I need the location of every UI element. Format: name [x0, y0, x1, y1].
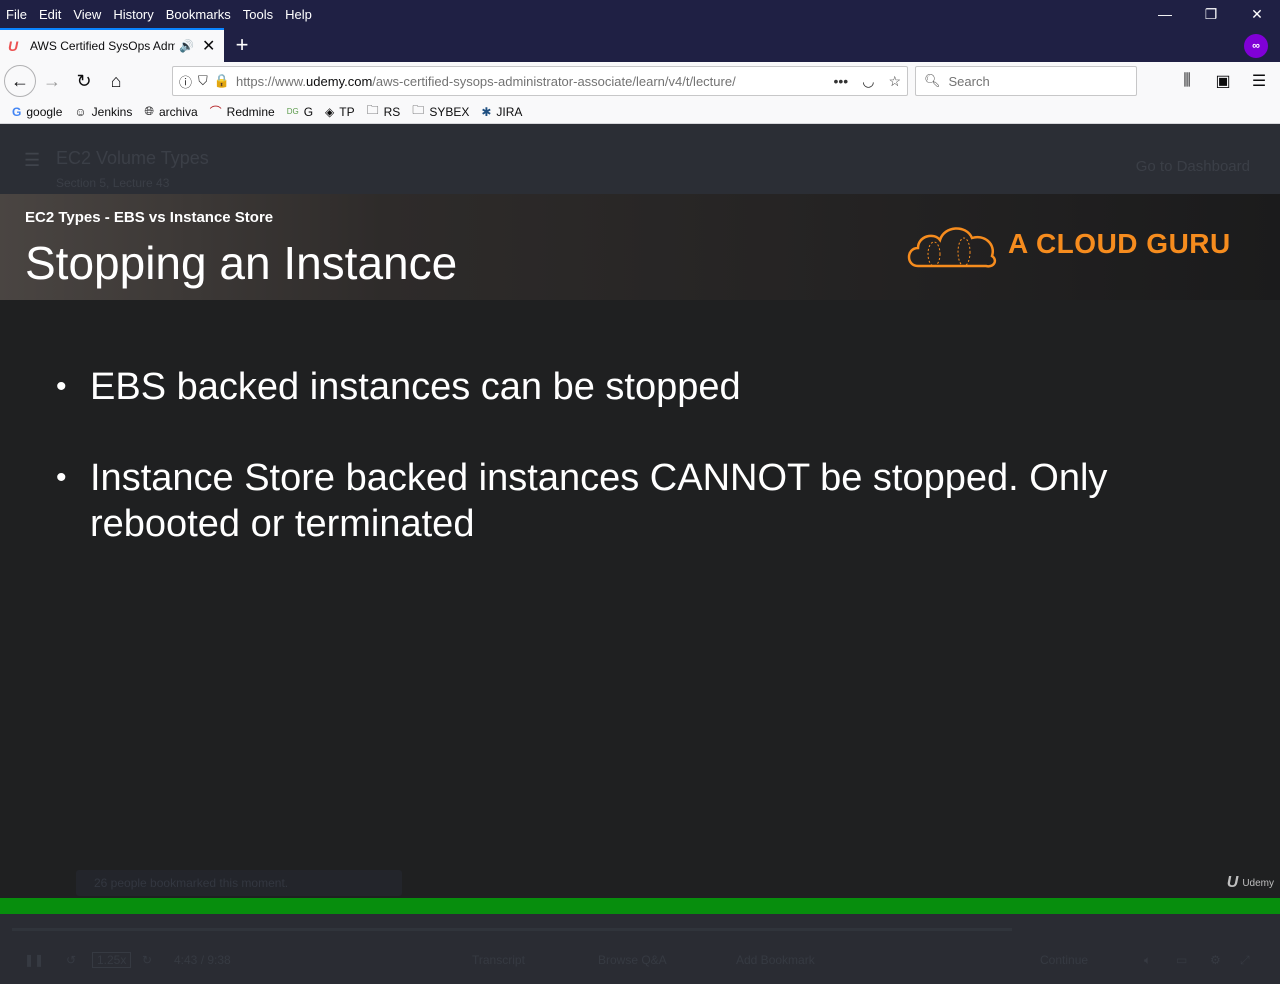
menu-history[interactable]: History — [107, 7, 159, 22]
slide-banner: EC2 Types - EBS vs Instance Store Stoppi… — [0, 194, 1280, 300]
fullscreen-icon[interactable]: ⤢ — [1240, 953, 1250, 968]
info-icon[interactable]: ⓘ — [179, 72, 192, 91]
reload-button[interactable]: ↻ — [68, 65, 100, 97]
bullet-dot-icon: • — [56, 461, 67, 494]
brand-text: A CLOUD GURU — [1008, 228, 1231, 259]
nav-toolbar: ← → ↻ ⌂ ⓘ ⛉ 🔒 https://www.udemy.com/aws-… — [0, 62, 1280, 100]
cloud-logo-icon — [907, 227, 997, 268]
new-tab-button[interactable]: + — [230, 28, 254, 62]
tracking-shield-icon[interactable]: ⛉ — [198, 73, 208, 89]
continue-button[interactable]: Continue — [1040, 953, 1088, 967]
menu-help[interactable]: Help — [279, 7, 318, 22]
jira-icon: ✱ — [481, 104, 492, 119]
google-icon: G — [12, 104, 22, 119]
bookmark-g[interactable]: DG G — [287, 105, 313, 119]
lecture-subtitle: Section 5, Lecture 43 — [56, 176, 170, 190]
time-display: 4:43 / 9:38 — [174, 953, 231, 967]
toolbar-right-buttons: ⫼ ▣ ☰ — [1172, 65, 1274, 97]
minimize-button[interactable]: — — [1142, 0, 1188, 28]
browse-qa-button[interactable]: Browse Q&A — [598, 953, 667, 967]
folder-icon: 🗀 — [366, 103, 379, 117]
udemy-logo-icon: U — [1226, 874, 1239, 891]
menu-bar: File Edit View History Bookmarks Tools H… — [0, 0, 1280, 28]
bullet-item: • EBS backed instances can be stopped — [56, 366, 741, 408]
slide-bullets: • EBS backed instances can be stopped • … — [56, 364, 1236, 592]
udemy-watermark: U Udemy — [1226, 874, 1274, 891]
udemy-favicon-icon: U — [8, 38, 19, 54]
menu-edit[interactable]: Edit — [33, 7, 67, 22]
course-header: ☰ EC2 Volume Types Section 5, Lecture 43… — [0, 124, 1280, 194]
sidebar-icon[interactable]: ▣ — [1208, 65, 1238, 97]
jenkins-icon: ☺ — [74, 104, 87, 119]
window-controls: — ❐ ✕ — [1142, 0, 1280, 28]
close-window-button[interactable]: ✕ — [1234, 0, 1280, 28]
tab-udemy-course[interactable]: U AWS Certified SysOps Admi 🔊 ✕ — [0, 28, 224, 62]
forward-button[interactable]: → — [36, 65, 68, 97]
folder-icon: 🗀 — [412, 103, 425, 117]
search-icon: 🔍︎ — [924, 73, 941, 88]
pocket-icon[interactable]: ◡ — [862, 73, 874, 90]
tab-title: AWS Certified SysOps Admi — [30, 39, 175, 53]
speed-button[interactable]: 1.25x — [92, 952, 132, 968]
page-content: ☰ EC2 Volume Types Section 5, Lecture 43… — [0, 124, 1280, 984]
go-to-dashboard-link[interactable]: Go to Dashboard — [1136, 158, 1250, 175]
slide-title: Stopping an Instance — [25, 237, 458, 289]
seek-track[interactable] — [12, 928, 1012, 931]
tab-strip: U AWS Certified SysOps Admi 🔊 ✕ + ∞ — [0, 28, 1280, 62]
menu-bookmarks[interactable]: Bookmarks — [160, 7, 237, 22]
restore-button[interactable]: ❐ — [1188, 0, 1234, 28]
add-bookmark-button[interactable]: Add Bookmark — [736, 953, 815, 967]
speaker-icon[interactable]: 🔊 — [179, 39, 194, 53]
menu-tools[interactable]: Tools — [237, 7, 279, 22]
volume-icon[interactable]: 🔈︎ — [1144, 953, 1151, 968]
g-icon: DG — [286, 107, 299, 116]
hamburger-menu-icon[interactable]: ☰ — [1244, 65, 1274, 97]
menu-view[interactable]: View — [67, 7, 107, 22]
globe-icon: 🌐︎ — [144, 104, 154, 118]
library-icon[interactable]: ⫼ — [1172, 65, 1202, 97]
lock-icon[interactable]: 🔒 — [214, 73, 230, 89]
search-input[interactable]: Search — [949, 74, 990, 89]
menu-items: File Edit View History Bookmarks Tools H… — [0, 0, 318, 28]
lecture-title: EC2 Volume Types — [56, 148, 209, 168]
bookmark-archiva[interactable]: 🌐︎ archiva — [144, 104, 197, 119]
url-bar[interactable]: ⓘ ⛉ 🔒 https://www.udemy.com/aws-certifie… — [172, 66, 908, 96]
page-actions-icon[interactable]: ••• — [834, 73, 849, 90]
curriculum-menu-icon[interactable]: ☰ — [24, 150, 40, 171]
captions-icon[interactable]: ▭ — [1176, 953, 1187, 967]
transcript-button[interactable]: Transcript — [472, 953, 525, 967]
progress-bar[interactable] — [0, 898, 1280, 914]
bookmark-count-note: 26 people bookmarked this moment. — [76, 870, 402, 896]
pause-icon[interactable]: ❚❚ — [24, 953, 44, 967]
settings-gear-icon[interactable]: ⚙ — [1210, 953, 1221, 967]
bookmark-star-icon[interactable]: ☆ — [888, 73, 901, 90]
bookmark-jenkins[interactable]: ☺ Jenkins — [74, 105, 132, 119]
redmine-icon: ⌒ — [209, 105, 222, 119]
tp-icon: ◈ — [325, 104, 335, 119]
url-actions: ••• ◡ ☆ — [834, 73, 902, 90]
search-bar[interactable]: 🔍︎ Search — [915, 66, 1137, 96]
bookmark-sybex[interactable]: 🗀 SYBEX — [412, 101, 469, 122]
bullet-dot-icon: • — [56, 370, 67, 403]
forward-icon[interactable]: ↻ — [142, 953, 152, 967]
video-slide[interactable]: EC2 Types - EBS vs Instance Store Stoppi… — [0, 194, 1280, 898]
close-tab-button[interactable]: ✕ — [202, 36, 215, 56]
rewind-icon[interactable]: ↺ — [66, 953, 76, 967]
bullet-item: • Instance Store backed instances CANNOT… — [56, 457, 1108, 545]
home-button[interactable]: ⌂ — [100, 65, 132, 97]
bookmark-tp[interactable]: ◈ TP — [325, 105, 355, 119]
bookmark-google[interactable]: Ggoogle — [12, 105, 62, 119]
private-browsing-icon: ∞ — [1244, 34, 1268, 58]
menu-file[interactable]: File — [0, 7, 33, 22]
slide-kicker: EC2 Types - EBS vs Instance Store — [25, 209, 274, 226]
url-text[interactable]: https://www.udemy.com/aws-certified-syso… — [236, 74, 834, 89]
bookmarks-bar: Ggoogle ☺ Jenkins 🌐︎ archiva ⌒ Redmine DG G … — [0, 100, 1280, 124]
back-button[interactable]: ← — [4, 65, 36, 97]
bookmark-redmine[interactable]: ⌒ Redmine — [210, 103, 275, 120]
player-controls: ❚❚ ↺ 1.25x ↻ 4:43 / 9:38 Transcript Brow… — [0, 936, 1280, 984]
bookmark-jira[interactable]: ✱ JIRA — [481, 105, 522, 119]
bookmark-rs[interactable]: 🗀 RS — [367, 101, 401, 122]
